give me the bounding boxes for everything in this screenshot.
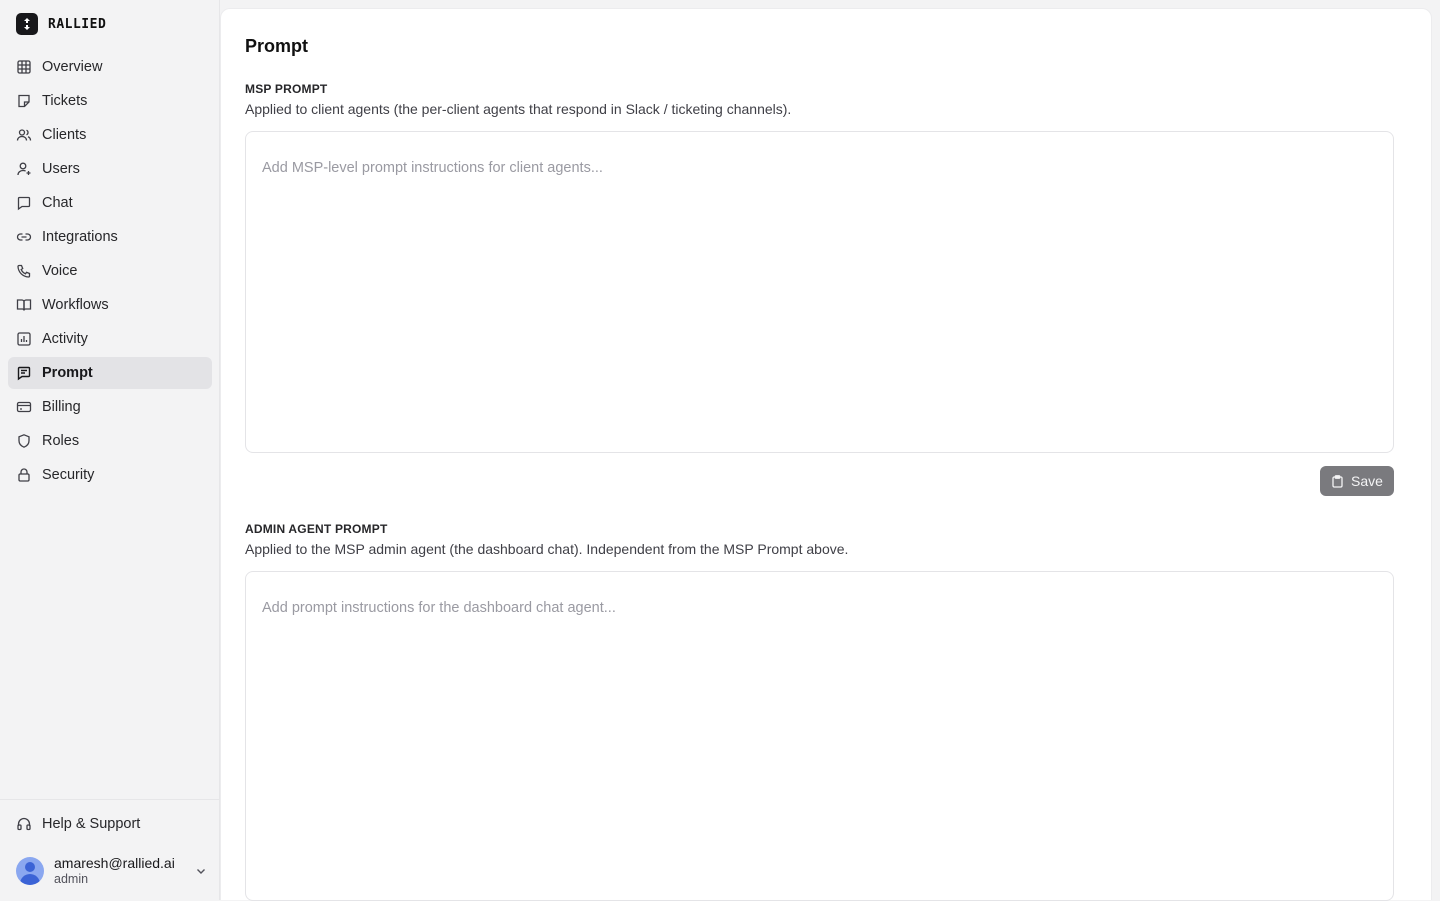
sidebar-item-integrations[interactable]: Integrations [8,221,212,253]
shield-icon [18,434,30,448]
save-button-label: Save [1351,473,1383,489]
book-open-icon [16,299,32,311]
user-email: amaresh@rallied.ai [54,855,175,871]
msp-prompt-textarea[interactable] [245,131,1394,453]
brand[interactable]: RALLIED [16,13,106,35]
app-root: RALLIED Overview Tickets Clients Users C… [0,0,1440,901]
sidebar-footer: Help & Support amaresh@rallied.ai admin [0,799,219,886]
admin-prompt-label: ADMIN AGENT PROMPT [245,522,388,536]
sidebar-item-clients[interactable]: Clients [8,119,212,151]
sidebar: RALLIED Overview Tickets Clients Users C… [0,0,220,900]
sidebar-item-overview[interactable]: Overview [8,51,212,83]
help-support-link[interactable]: Help & Support [8,808,212,840]
sidebar-item-chat[interactable]: Chat [8,187,212,219]
page-title: Prompt [245,36,308,56]
sidebar-item-workflows[interactable]: Workflows [8,289,212,321]
sidebar-nav: Overview Tickets Clients Users Chat Inte… [8,51,212,493]
sidebar-item-users[interactable]: Users [8,153,212,185]
lock-icon [18,468,30,482]
sidebar-item-label: Activity [42,331,88,347]
sidebar-item-label: Integrations [42,229,118,245]
sidebar-item-label: Tickets [42,93,88,109]
sidebar-item-security[interactable]: Security [8,459,212,491]
chevron-down-icon[interactable] [194,864,208,878]
rallied-logo-icon [16,13,38,35]
bar-chart-icon [17,332,31,346]
sidebar-item-tickets[interactable]: Tickets [8,85,212,117]
save-button[interactable]: Save [1320,466,1394,496]
credit-card-icon [16,401,32,413]
phone-icon [17,264,31,278]
sidebar-item-label: Roles [42,433,80,449]
user-icon [17,162,31,176]
sidebar-item-label: Clients [42,127,87,143]
sidebar-item-roles[interactable]: Roles [8,425,212,457]
clipboard-icon [1332,474,1343,488]
user-role: admin [54,872,89,886]
sticky-note-icon [18,94,30,108]
brand-name: RALLIED [48,16,107,32]
avatar [16,857,44,885]
msp-prompt-label: MSP PROMPT [245,82,328,96]
sidebar-item-prompt[interactable]: Prompt [8,357,212,389]
sidebar-item-label: Overview [42,59,103,75]
chat-bubble-icon [17,196,31,211]
msp-prompt-description: Applied to client agents (the per-client… [245,101,792,117]
sidebar-item-label: Voice [42,263,78,279]
sidebar-item-activity[interactable]: Activity [8,323,212,355]
admin-prompt-textarea[interactable] [245,571,1394,901]
main-panel: Prompt MSP PROMPT Applied to client agen… [220,8,1432,901]
headphones-icon [17,817,31,831]
help-support-label: Help & Support [42,816,141,832]
sidebar-item-label: Security [42,467,95,483]
admin-prompt-description: Applied to the MSP admin agent (the dash… [245,541,849,557]
user-menu[interactable]: amaresh@rallied.ai admin [16,854,208,888]
sidebar-item-label: Chat [42,195,73,211]
message-text-icon [17,366,31,381]
link-icon [16,233,32,241]
sidebar-item-label: Billing [42,399,81,415]
users-icon [16,129,32,141]
sidebar-item-voice[interactable]: Voice [8,255,212,287]
sidebar-item-label: Workflows [42,297,109,313]
grid-icon [17,60,31,74]
user-info: amaresh@rallied.ai admin [54,855,175,887]
sidebar-item-label: Prompt [42,365,93,381]
sidebar-item-billing[interactable]: Billing [8,391,212,423]
sidebar-item-label: Users [42,161,80,177]
